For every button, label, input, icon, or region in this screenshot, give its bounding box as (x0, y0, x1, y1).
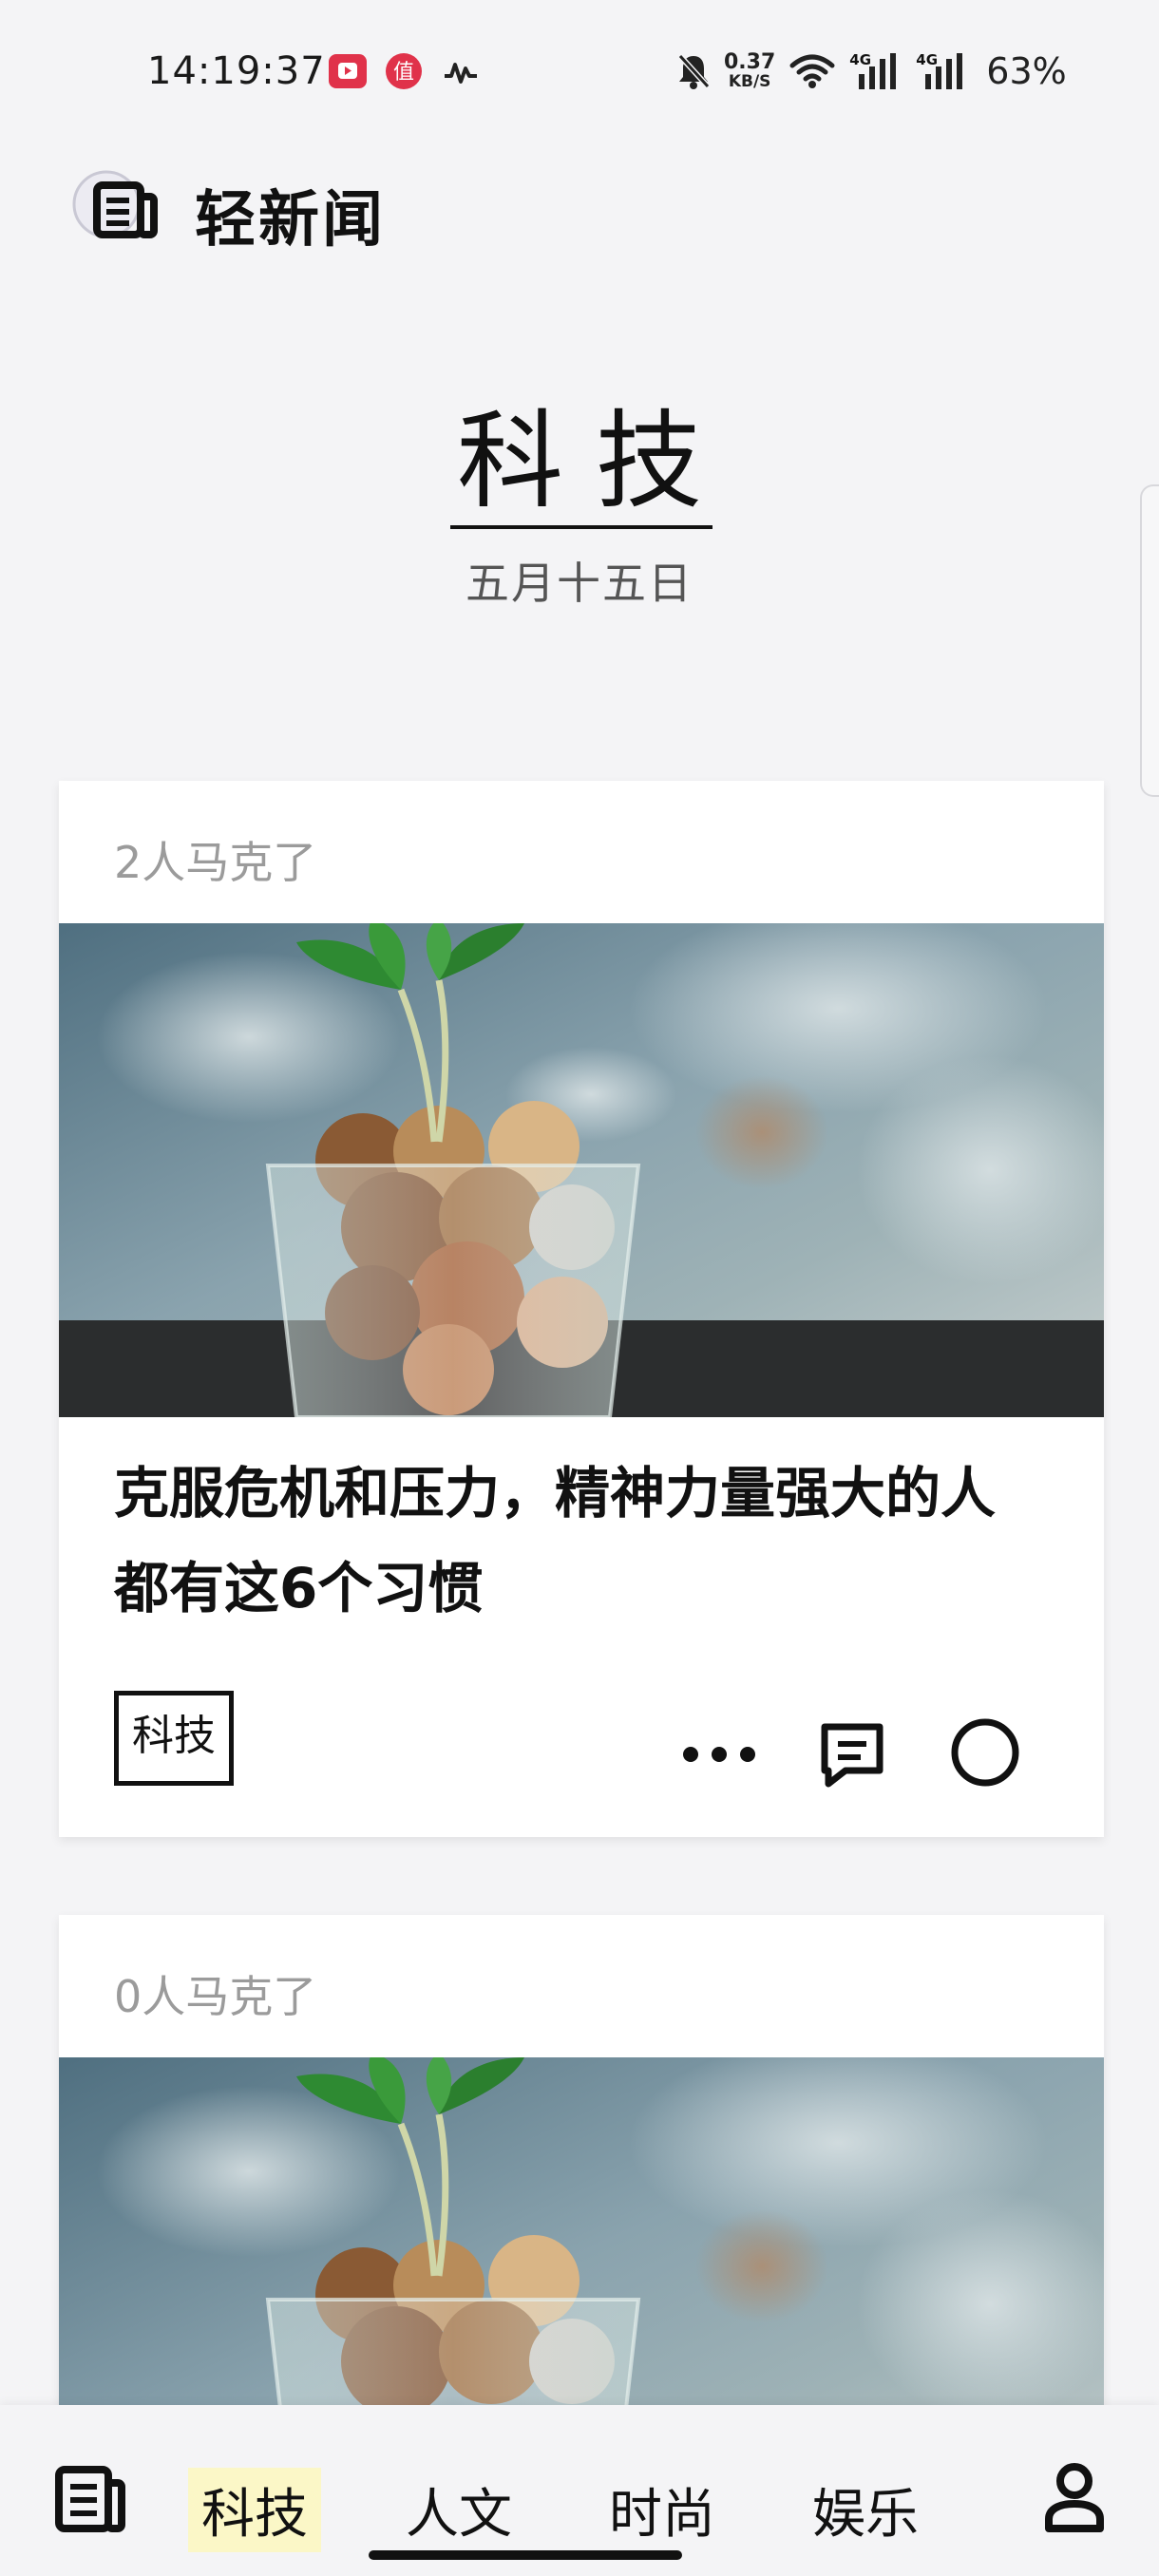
bottom-nav: 科技 人文 时尚 娱乐 (0, 2405, 1159, 2576)
bell-muted-icon (677, 53, 711, 89)
app-title: 轻新闻 (195, 185, 386, 256)
status-right: 0.37 KB/S 4G 4G 63% (676, 47, 1067, 95)
home-indicator[interactable] (369, 2550, 682, 2560)
signal-2-icon (925, 53, 963, 89)
scroll-handle[interactable] (1140, 484, 1159, 797)
battery-level: 63% (986, 50, 1067, 92)
circle-icon[interactable] (947, 1714, 1023, 1790)
activity-icon (445, 63, 477, 84)
signal-1: 4G (849, 51, 902, 91)
article-image[interactable] (59, 2057, 1104, 2447)
section-underline (450, 525, 712, 529)
signal-2: 4G (916, 51, 969, 91)
section-title: 科技 (457, 400, 734, 523)
tab-culture[interactable]: 人文 (406, 2472, 512, 2548)
article-card[interactable]: 0人马克了 (59, 1915, 1104, 2447)
wifi-icon (789, 54, 835, 88)
mark-count: 0人马克了 (114, 1971, 317, 2022)
article-card[interactable]: 2人马克了 克服危机和压力，精神力量强大的人都有这6个习惯 科技 (59, 781, 1104, 1837)
category-tag[interactable]: 科技 (114, 1691, 234, 1786)
video-app-notification-icon (329, 54, 367, 88)
status-bar: 14:19:37 值 0.37 KB/S 4G 4G 63% (0, 0, 1159, 142)
deal-app-notification-icon: 值 (386, 53, 422, 89)
tab-tech[interactable]: 科技 (188, 2468, 321, 2552)
mark-count: 2人马克了 (114, 837, 317, 888)
newspaper-icon[interactable] (55, 2464, 127, 2534)
comment-icon[interactable] (819, 1721, 885, 1788)
newspaper-icon[interactable] (68, 166, 167, 252)
status-time: 14:19:37 (147, 49, 326, 93)
signal-1-icon (859, 53, 897, 89)
user-icon[interactable] (1041, 2460, 1108, 2536)
more-horizontal-icon[interactable] (676, 1740, 762, 1769)
net-speed-unit: KB/S (728, 72, 771, 91)
tab-fashion[interactable]: 时尚 (609, 2472, 715, 2548)
section-date: 五月十五日 (466, 558, 694, 609)
net-speed: 0.37 KB/S (724, 50, 776, 91)
tab-entertainment[interactable]: 娱乐 (812, 2472, 919, 2548)
notif-badge-text: 值 (393, 61, 414, 85)
net-speed-value: 0.37 (724, 50, 776, 74)
article-title[interactable]: 克服危机和压力，精神力量强大的人都有这6个习惯 (114, 1446, 1049, 1636)
article-image[interactable] (59, 923, 1104, 1417)
